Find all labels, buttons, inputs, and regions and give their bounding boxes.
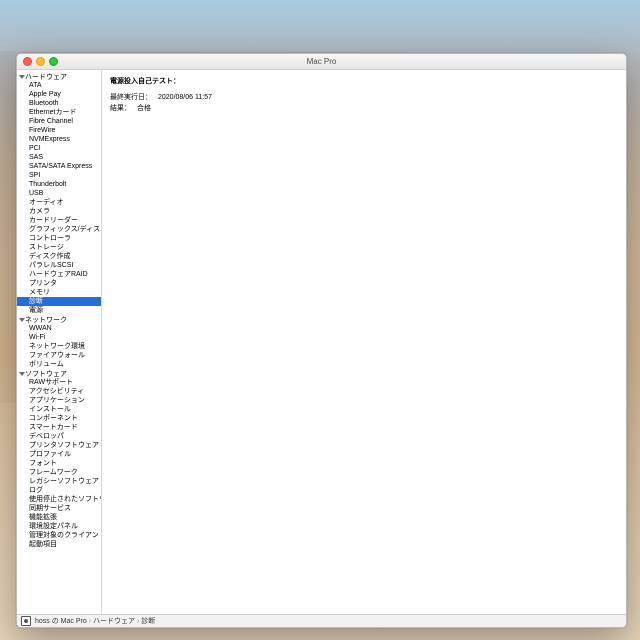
- sidebar-item[interactable]: Bluetooth: [17, 99, 101, 108]
- chevron-right-icon: ›: [137, 618, 139, 625]
- sidebar-section-header[interactable]: ハードウェア: [17, 72, 101, 81]
- sidebar-item[interactable]: SATA/SATA Express: [17, 162, 101, 171]
- system-info-window: Mac Pro ハードウェアATAApple PayBluetoothEther…: [16, 53, 627, 628]
- sidebar-section-header[interactable]: ネットワーク: [17, 315, 101, 324]
- sidebar-item[interactable]: レガシーソフトウェア: [17, 477, 101, 486]
- breadcrumb-part[interactable]: 診断: [141, 618, 155, 625]
- sidebar-item[interactable]: Fibre Channel: [17, 117, 101, 126]
- sidebar-item[interactable]: Wi-Fi: [17, 333, 101, 342]
- sidebar-section-header[interactable]: ソフトウェア: [17, 369, 101, 378]
- sidebar-item[interactable]: パラレルSCSI: [17, 261, 101, 270]
- sidebar-item[interactable]: SPI: [17, 171, 101, 180]
- info-key: 結果：: [110, 103, 131, 114]
- sidebar-item[interactable]: コントローラ: [17, 234, 101, 243]
- sidebar-item[interactable]: 機能拡張: [17, 513, 101, 522]
- window-body: ハードウェアATAApple PayBluetoothEthernetカードFi…: [17, 70, 626, 614]
- sidebar-item[interactable]: SAS: [17, 153, 101, 162]
- sidebar-item[interactable]: フレームワーク: [17, 468, 101, 477]
- window-title: Mac Pro: [17, 57, 626, 66]
- view-mode-icon[interactable]: [21, 616, 31, 626]
- sidebar-item[interactable]: ハードウェアRAID: [17, 270, 101, 279]
- desktop-wallpaper: Mac Pro ハードウェアATAApple PayBluetoothEther…: [0, 0, 640, 640]
- disclosure-triangle-icon[interactable]: [18, 371, 24, 377]
- info-key: 最終実行日：: [110, 92, 152, 103]
- sidebar-item[interactable]: コンポーネント: [17, 414, 101, 423]
- sidebar-item[interactable]: 起動項目: [17, 540, 101, 549]
- sidebar-item[interactable]: オーディオ: [17, 198, 101, 207]
- sidebar-item[interactable]: デベロッパ: [17, 432, 101, 441]
- sidebar-item[interactable]: NVMExpress: [17, 135, 101, 144]
- sidebar-item[interactable]: RAWサポート: [17, 378, 101, 387]
- info-value: 2020/08/06 11:57: [158, 92, 212, 103]
- sidebar-item[interactable]: PCI: [17, 144, 101, 153]
- chevron-right-icon: ›: [89, 618, 91, 625]
- sidebar[interactable]: ハードウェアATAApple PayBluetoothEthernetカードFi…: [17, 70, 102, 614]
- sidebar-item[interactable]: 同期サービス: [17, 504, 101, 513]
- sidebar-item[interactable]: WWAN: [17, 324, 101, 333]
- sidebar-item[interactable]: 管理対象のクライアント: [17, 531, 101, 540]
- sidebar-item[interactable]: Ethernetカード: [17, 108, 101, 117]
- breadcrumb-part[interactable]: ハードウェア: [93, 618, 135, 625]
- sidebar-section-label: ネットワーク: [25, 315, 67, 325]
- sidebar-item[interactable]: カメラ: [17, 207, 101, 216]
- sidebar-item[interactable]: メモリ: [17, 288, 101, 297]
- breadcrumb-part[interactable]: hoss の Mac Pro: [35, 618, 87, 625]
- sidebar-section-label: ソフトウェア: [25, 369, 67, 379]
- sidebar-item[interactable]: ネットワーク環境: [17, 342, 101, 351]
- sidebar-item[interactable]: インストール: [17, 405, 101, 414]
- sidebar-section-label: ハードウェア: [25, 72, 67, 82]
- breadcrumb: hoss の Mac Pro › ハードウェア › 診断: [35, 616, 155, 626]
- sidebar-item[interactable]: プロファイル: [17, 450, 101, 459]
- window-titlebar[interactable]: Mac Pro: [17, 54, 626, 70]
- content-rows: 最終実行日： 2020/08/06 11:57 結果： 合格: [110, 92, 618, 114]
- sidebar-item[interactable]: フォント: [17, 459, 101, 468]
- content-pane: 電源投入自己テスト： 最終実行日： 2020/08/06 11:57 結果： 合格: [102, 70, 626, 614]
- sidebar-item[interactable]: Apple Pay: [17, 90, 101, 99]
- sidebar-item[interactable]: ATA: [17, 81, 101, 90]
- sidebar-item[interactable]: FireWire: [17, 126, 101, 135]
- disclosure-triangle-icon[interactable]: [18, 74, 24, 80]
- sidebar-item[interactable]: 使用停止されたソフトウェ…: [17, 495, 101, 504]
- status-bar: hoss の Mac Pro › ハードウェア › 診断: [17, 614, 626, 627]
- sidebar-item[interactable]: プリンタ: [17, 279, 101, 288]
- sidebar-item[interactable]: ログ: [17, 486, 101, 495]
- sidebar-item[interactable]: プリンタソフトウェア: [17, 441, 101, 450]
- sidebar-item[interactable]: カードリーダー: [17, 216, 101, 225]
- disclosure-triangle-icon[interactable]: [18, 317, 24, 323]
- sidebar-item[interactable]: スマートカード: [17, 423, 101, 432]
- sidebar-item[interactable]: グラフィックス/ディスプ…: [17, 225, 101, 234]
- info-value: 合格: [137, 103, 151, 114]
- info-row: 最終実行日： 2020/08/06 11:57: [110, 92, 618, 103]
- sidebar-item[interactable]: アプリケーション: [17, 396, 101, 405]
- sidebar-item[interactable]: アクセシビリティ: [17, 387, 101, 396]
- sidebar-item[interactable]: USB: [17, 189, 101, 198]
- sidebar-item[interactable]: 診断: [17, 297, 101, 306]
- sidebar-item[interactable]: 環境設定パネル: [17, 522, 101, 531]
- sidebar-item[interactable]: ストレージ: [17, 243, 101, 252]
- sidebar-item[interactable]: Thunderbolt: [17, 180, 101, 189]
- info-row: 結果： 合格: [110, 103, 618, 114]
- sidebar-item[interactable]: ディスク作成: [17, 252, 101, 261]
- sidebar-item[interactable]: ファイアウォール: [17, 351, 101, 360]
- content-heading: 電源投入自己テスト：: [110, 76, 618, 86]
